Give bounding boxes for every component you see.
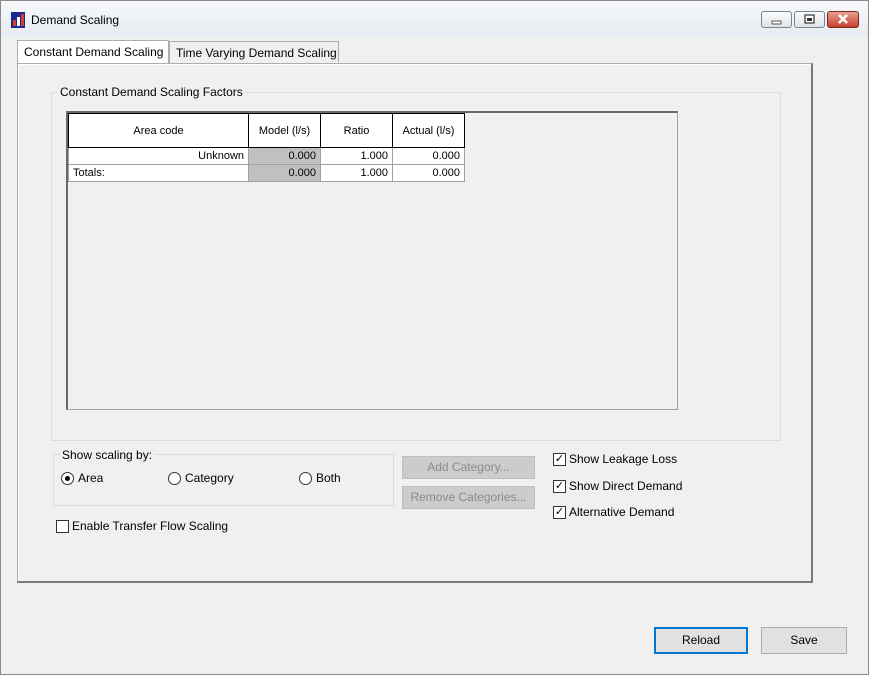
radio-area[interactable]: Area bbox=[61, 471, 103, 485]
add-category-button[interactable]: Add Category... bbox=[402, 456, 535, 479]
cell-area-code[interactable]: Unknown bbox=[68, 147, 249, 165]
restore-icon bbox=[804, 14, 815, 24]
radio-both[interactable]: Both bbox=[299, 471, 341, 485]
minimize-button[interactable] bbox=[761, 11, 792, 28]
checkbox-show-direct-demand[interactable]: ✓ bbox=[553, 479, 566, 493]
scaling-factors-grid[interactable]: Area code Model (l/s) Ratio Actual (l/s)… bbox=[66, 111, 678, 410]
enable-transfer-flow-checkbox[interactable]: Enable Transfer Flow Scaling bbox=[56, 519, 228, 533]
maximize-button[interactable] bbox=[794, 11, 825, 28]
factors-group-label: Constant Demand Scaling Factors bbox=[58, 85, 245, 99]
radio-category-label: Category bbox=[185, 471, 234, 485]
radio-category[interactable]: Category bbox=[168, 471, 234, 485]
app-icon bbox=[11, 12, 25, 28]
enable-transfer-flow-label: Enable Transfer Flow Scaling bbox=[72, 519, 229, 533]
table-row-totals: Totals: 0.000 1.000 0.000 bbox=[68, 164, 465, 182]
radio-button-area[interactable] bbox=[61, 471, 74, 485]
show-leakage-loss-checkbox[interactable]: ✓ Show Leakage Loss bbox=[553, 452, 677, 466]
table-row: Unknown 0.000 1.000 0.000 bbox=[68, 147, 465, 165]
radio-button-both[interactable] bbox=[299, 471, 312, 485]
checkbox-show-leakage-loss[interactable]: ✓ bbox=[553, 452, 566, 466]
radio-area-label: Area bbox=[78, 471, 104, 485]
cell-totals-label: Totals: bbox=[68, 164, 249, 182]
column-header-actual[interactable]: Actual (l/s) bbox=[392, 113, 465, 148]
demand-scaling-window: Demand Scaling Constant Demand Scaling T… bbox=[0, 0, 869, 675]
table-header-row: Area code Model (l/s) Ratio Actual (l/s) bbox=[68, 113, 465, 148]
cell-ratio[interactable]: 1.000 bbox=[320, 147, 393, 165]
save-button[interactable]: Save bbox=[761, 627, 847, 654]
alternative-demand-label: Alternative Demand bbox=[569, 505, 675, 519]
scaling-factors-table: Area code Model (l/s) Ratio Actual (l/s)… bbox=[68, 113, 465, 182]
remove-categories-button[interactable]: Remove Categories... bbox=[402, 486, 535, 509]
reload-button[interactable]: Reload bbox=[654, 627, 748, 654]
checkbox-alternative-demand[interactable]: ✓ bbox=[553, 505, 566, 519]
column-header-ratio[interactable]: Ratio bbox=[320, 113, 393, 148]
column-header-model[interactable]: Model (l/s) bbox=[248, 113, 321, 148]
cell-model: 0.000 bbox=[248, 147, 321, 165]
close-icon bbox=[838, 14, 848, 24]
radio-both-label: Both bbox=[316, 471, 341, 485]
alternative-demand-checkbox[interactable]: ✓ Alternative Demand bbox=[553, 505, 674, 519]
show-leakage-loss-label: Show Leakage Loss bbox=[569, 452, 678, 466]
title-bar[interactable]: Demand Scaling bbox=[1, 1, 868, 37]
show-direct-demand-label: Show Direct Demand bbox=[569, 479, 683, 493]
cell-totals-model: 0.000 bbox=[248, 164, 321, 182]
close-button[interactable] bbox=[827, 11, 859, 28]
tab-time-varying-demand-scaling[interactable]: Time Varying Demand Scaling bbox=[169, 41, 339, 65]
radio-button-category[interactable] bbox=[168, 471, 181, 485]
cell-totals-actual: 0.000 bbox=[392, 164, 465, 182]
column-header-area-code[interactable]: Area code bbox=[68, 113, 249, 148]
show-direct-demand-checkbox[interactable]: ✓ Show Direct Demand bbox=[553, 479, 682, 493]
checkbox-enable-transfer-flow[interactable] bbox=[56, 519, 69, 533]
show-scaling-label: Show scaling by: bbox=[60, 448, 155, 462]
cell-actual[interactable]: 0.000 bbox=[392, 147, 465, 165]
cell-totals-ratio: 1.000 bbox=[320, 164, 393, 182]
minimize-icon bbox=[771, 20, 782, 25]
window-title: Demand Scaling bbox=[31, 13, 120, 27]
